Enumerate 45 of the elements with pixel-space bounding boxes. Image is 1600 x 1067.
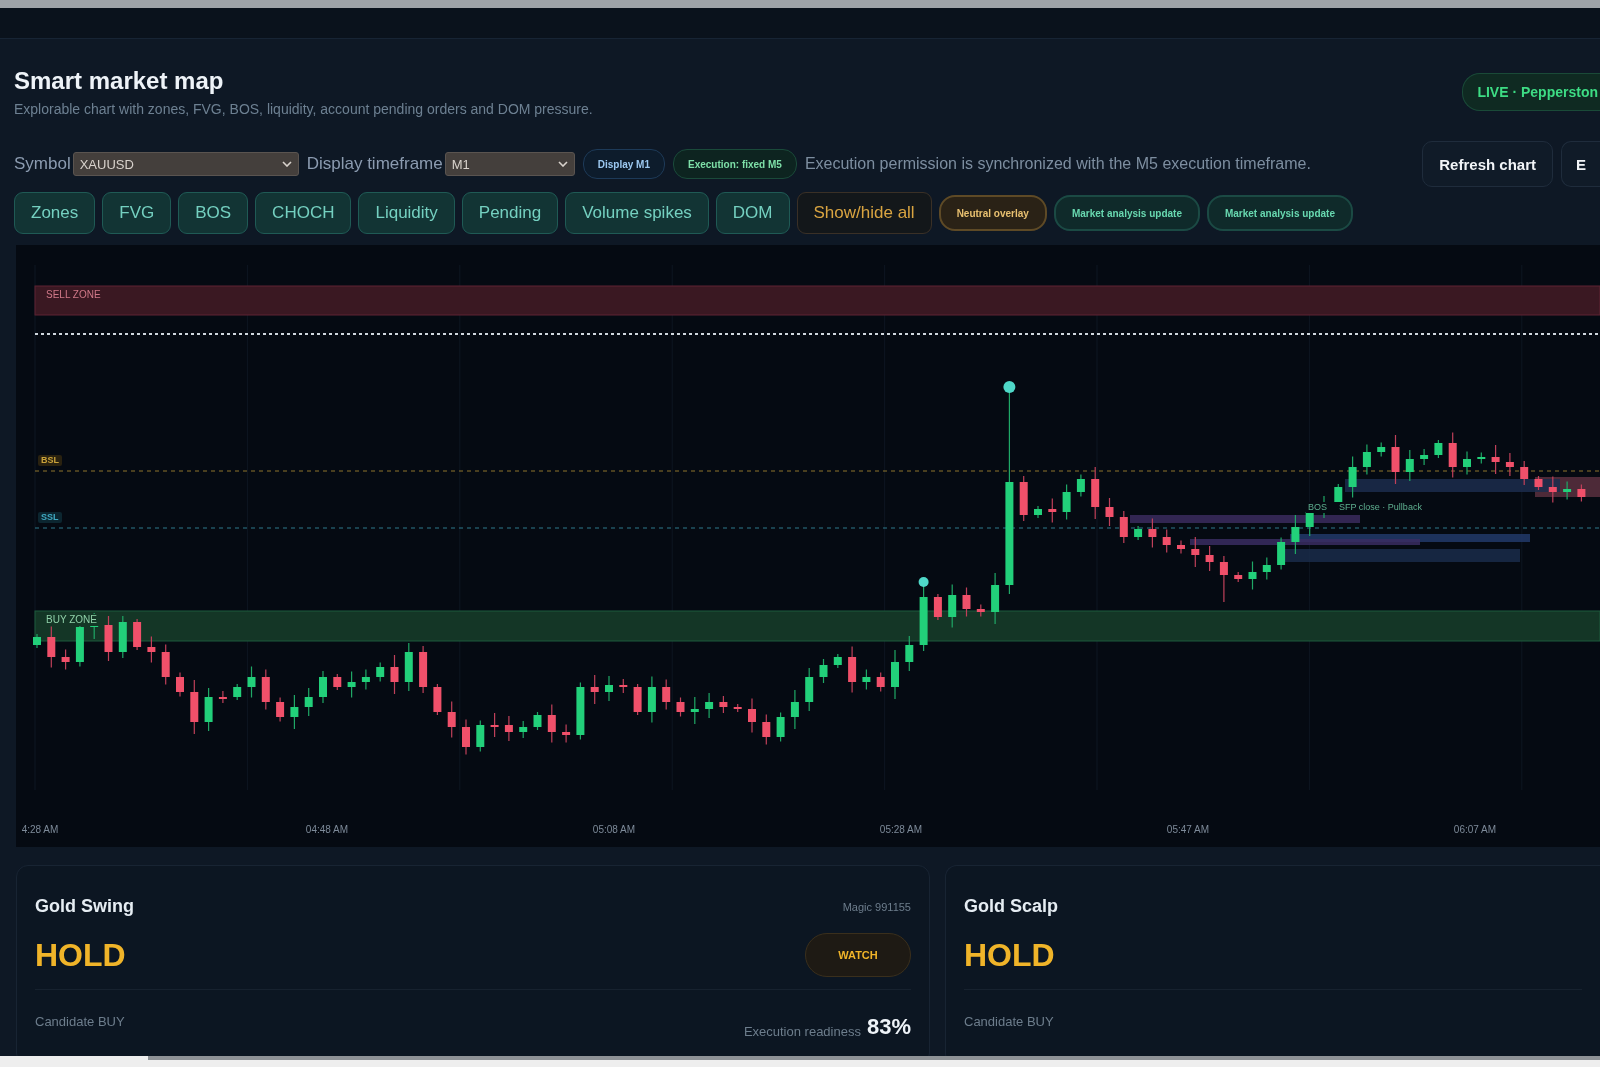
toolbar-button[interactable]: E	[1561, 141, 1600, 187]
status-badge: WATCH	[805, 933, 911, 977]
page-title: Smart market map	[14, 67, 225, 95]
candidate-text: Candidate BUY	[964, 1014, 1054, 1029]
live-status-badge: LIVE · Pepperston	[1462, 73, 1600, 111]
zone-label: SELL ZONE	[43, 289, 104, 301]
caret-icon	[557, 161, 568, 167]
layer-toggle[interactable]: DOM	[715, 192, 790, 234]
magic-number: Magic 991155	[842, 900, 911, 913]
layer-toggle[interactable]: Zones	[14, 192, 96, 234]
readiness-value: 83%	[866, 1015, 911, 1039]
sync-note: Execution permission is synchronized with the M5 execution timeframe.	[804, 155, 1311, 173]
time-axis-label: 04:48 AM	[305, 824, 349, 835]
timeframe-badge: Display M1	[582, 149, 665, 179]
status-pill: Market analysis update	[1053, 195, 1200, 231]
timeframe-label: Display timeframe	[306, 154, 443, 174]
layer-toggle[interactable]: CHOCH	[255, 192, 352, 234]
signal-text: HOLD	[964, 936, 1055, 974]
symbol-select[interactable]: XAUUSD	[72, 152, 299, 176]
horizontal-scrollbar[interactable]	[0, 1056, 1600, 1067]
layer-toggle[interactable]: FVG	[102, 192, 172, 234]
candidate-text: Candidate BUY	[35, 1014, 125, 1029]
status-pill: Market analysis update	[1206, 195, 1353, 231]
layer-toggle[interactable]: Pending	[461, 192, 559, 234]
time-axis-label: 06:07 AM	[1453, 824, 1497, 835]
time-axis-label: 05:47 AM	[1166, 824, 1210, 835]
layer-toggle[interactable]: BOS	[178, 192, 249, 234]
caret-icon	[281, 161, 292, 167]
strategy-name: Gold Scalp	[964, 896, 1059, 917]
readiness-label: Execution readiness	[743, 1024, 861, 1039]
timeframe-badge: Execution: fixed M5	[673, 149, 797, 179]
signal-text: HOLD	[35, 936, 126, 974]
timeframe-select[interactable]: M1	[444, 152, 575, 176]
strategy-name: Gold Swing	[35, 896, 134, 917]
page-subtitle: Explorable chart with zones, FVG, BOS, liquidity, account pending orders and DOM pressure.	[14, 101, 593, 117]
refresh-chart-button[interactable]: Refresh chart	[1422, 141, 1553, 187]
marker-icon	[1003, 381, 1016, 393]
show-hide-all-button[interactable]: Show/hide all	[796, 192, 932, 234]
time-axis-label: 4:28 AM	[21, 824, 59, 835]
layer-toggle[interactable]: Volume spikes	[565, 192, 709, 234]
time-axis-label: 05:08 AM	[592, 824, 636, 835]
status-pill: Neutral overlay	[938, 195, 1047, 231]
layer-toggle[interactable]: Liquidity	[358, 192, 455, 234]
symbol-label: Symbol	[14, 154, 71, 174]
time-axis-label: 05:28 AM	[879, 824, 923, 835]
